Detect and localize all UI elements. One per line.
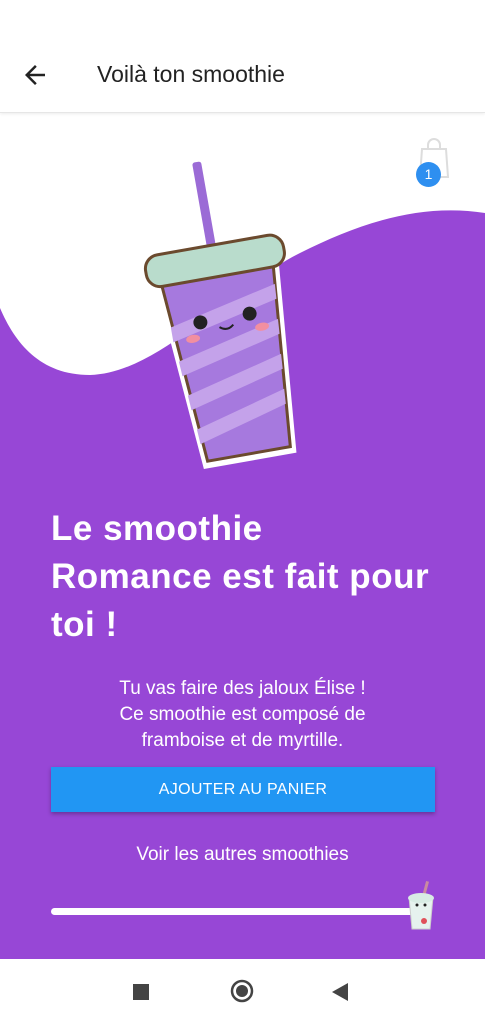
slider-thumb-cup-icon[interactable] xyxy=(404,881,438,931)
app-bar: Voilà ton smoothie xyxy=(0,0,485,113)
back-triangle-icon[interactable] xyxy=(332,983,348,1001)
see-other-smoothies-link[interactable]: Voir les autres smoothies xyxy=(0,844,485,866)
result-description: Tu vas faire des jaloux Élise ! Ce smoot… xyxy=(60,676,425,754)
home-circle-icon[interactable] xyxy=(230,979,254,1003)
description-line: Ce smoothie est composé de xyxy=(119,704,366,725)
cart-count-badge: 1 xyxy=(416,162,441,187)
slider-track[interactable] xyxy=(51,908,421,915)
description-line: framboise et de myrtille. xyxy=(141,730,344,751)
description-line: Tu vas faire des jaloux Élise ! xyxy=(119,678,366,699)
result-headline: Le smoothie Romance est fait pour toi ! xyxy=(51,509,430,644)
smoothie-cup-illustration xyxy=(143,158,297,469)
system-nav-bar xyxy=(0,959,485,1024)
result-panel: 1 Le smoothie Romance est fait pour toi … xyxy=(0,113,485,959)
add-to-cart-button[interactable]: AJOUTER AU PANIER xyxy=(51,767,435,812)
page-title: Voilà ton smoothie xyxy=(97,61,285,87)
arrow-left-icon[interactable] xyxy=(20,60,50,90)
recents-square-icon[interactable] xyxy=(133,984,149,1000)
